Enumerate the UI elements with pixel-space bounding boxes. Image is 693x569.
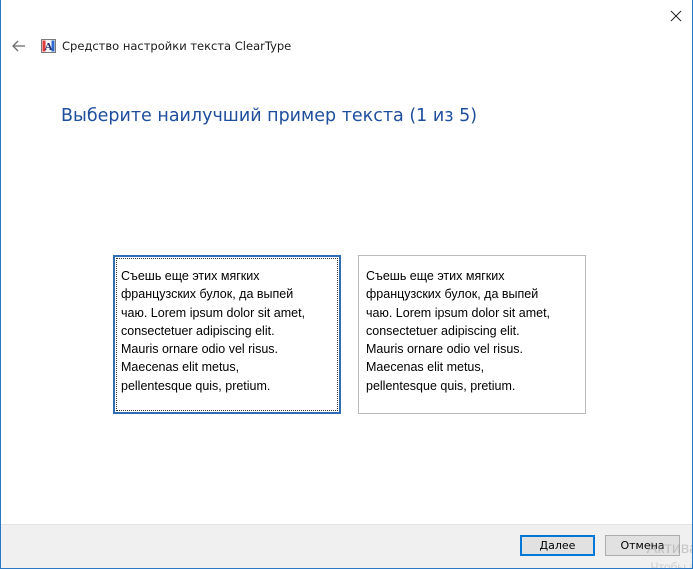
text-sample-2[interactable]: Съешь еще этих мягких французских булок,…: [358, 255, 586, 414]
text-sample-1[interactable]: Съешь еще этих мягких французских булок,…: [113, 255, 341, 414]
cleartype-app-icon: A: [41, 39, 56, 53]
close-button[interactable]: [664, 4, 688, 28]
activation-watermark-subtext: Чтобы а: [650, 560, 693, 569]
window-title: Средство настройки текста ClearType: [62, 39, 292, 53]
svg-text:A: A: [45, 41, 53, 53]
back-arrow-icon: [12, 40, 25, 52]
sample-text: Съешь еще этих мягких французских булок,…: [121, 269, 306, 393]
activation-watermark: Актива: [646, 540, 693, 557]
close-icon: [670, 10, 682, 22]
next-button[interactable]: Далее: [520, 535, 595, 556]
back-button[interactable]: [11, 38, 27, 54]
cleartype-tuner-window: A Средство настройки текста ClearType Вы…: [0, 0, 693, 569]
sample-text: Съешь еще этих мягких французских булок,…: [366, 269, 551, 393]
footer-bar: Далее Отмена Актива Чтобы а: [1, 524, 692, 568]
page-heading: Выберите наилучший пример текста (1 из 5…: [61, 106, 478, 126]
